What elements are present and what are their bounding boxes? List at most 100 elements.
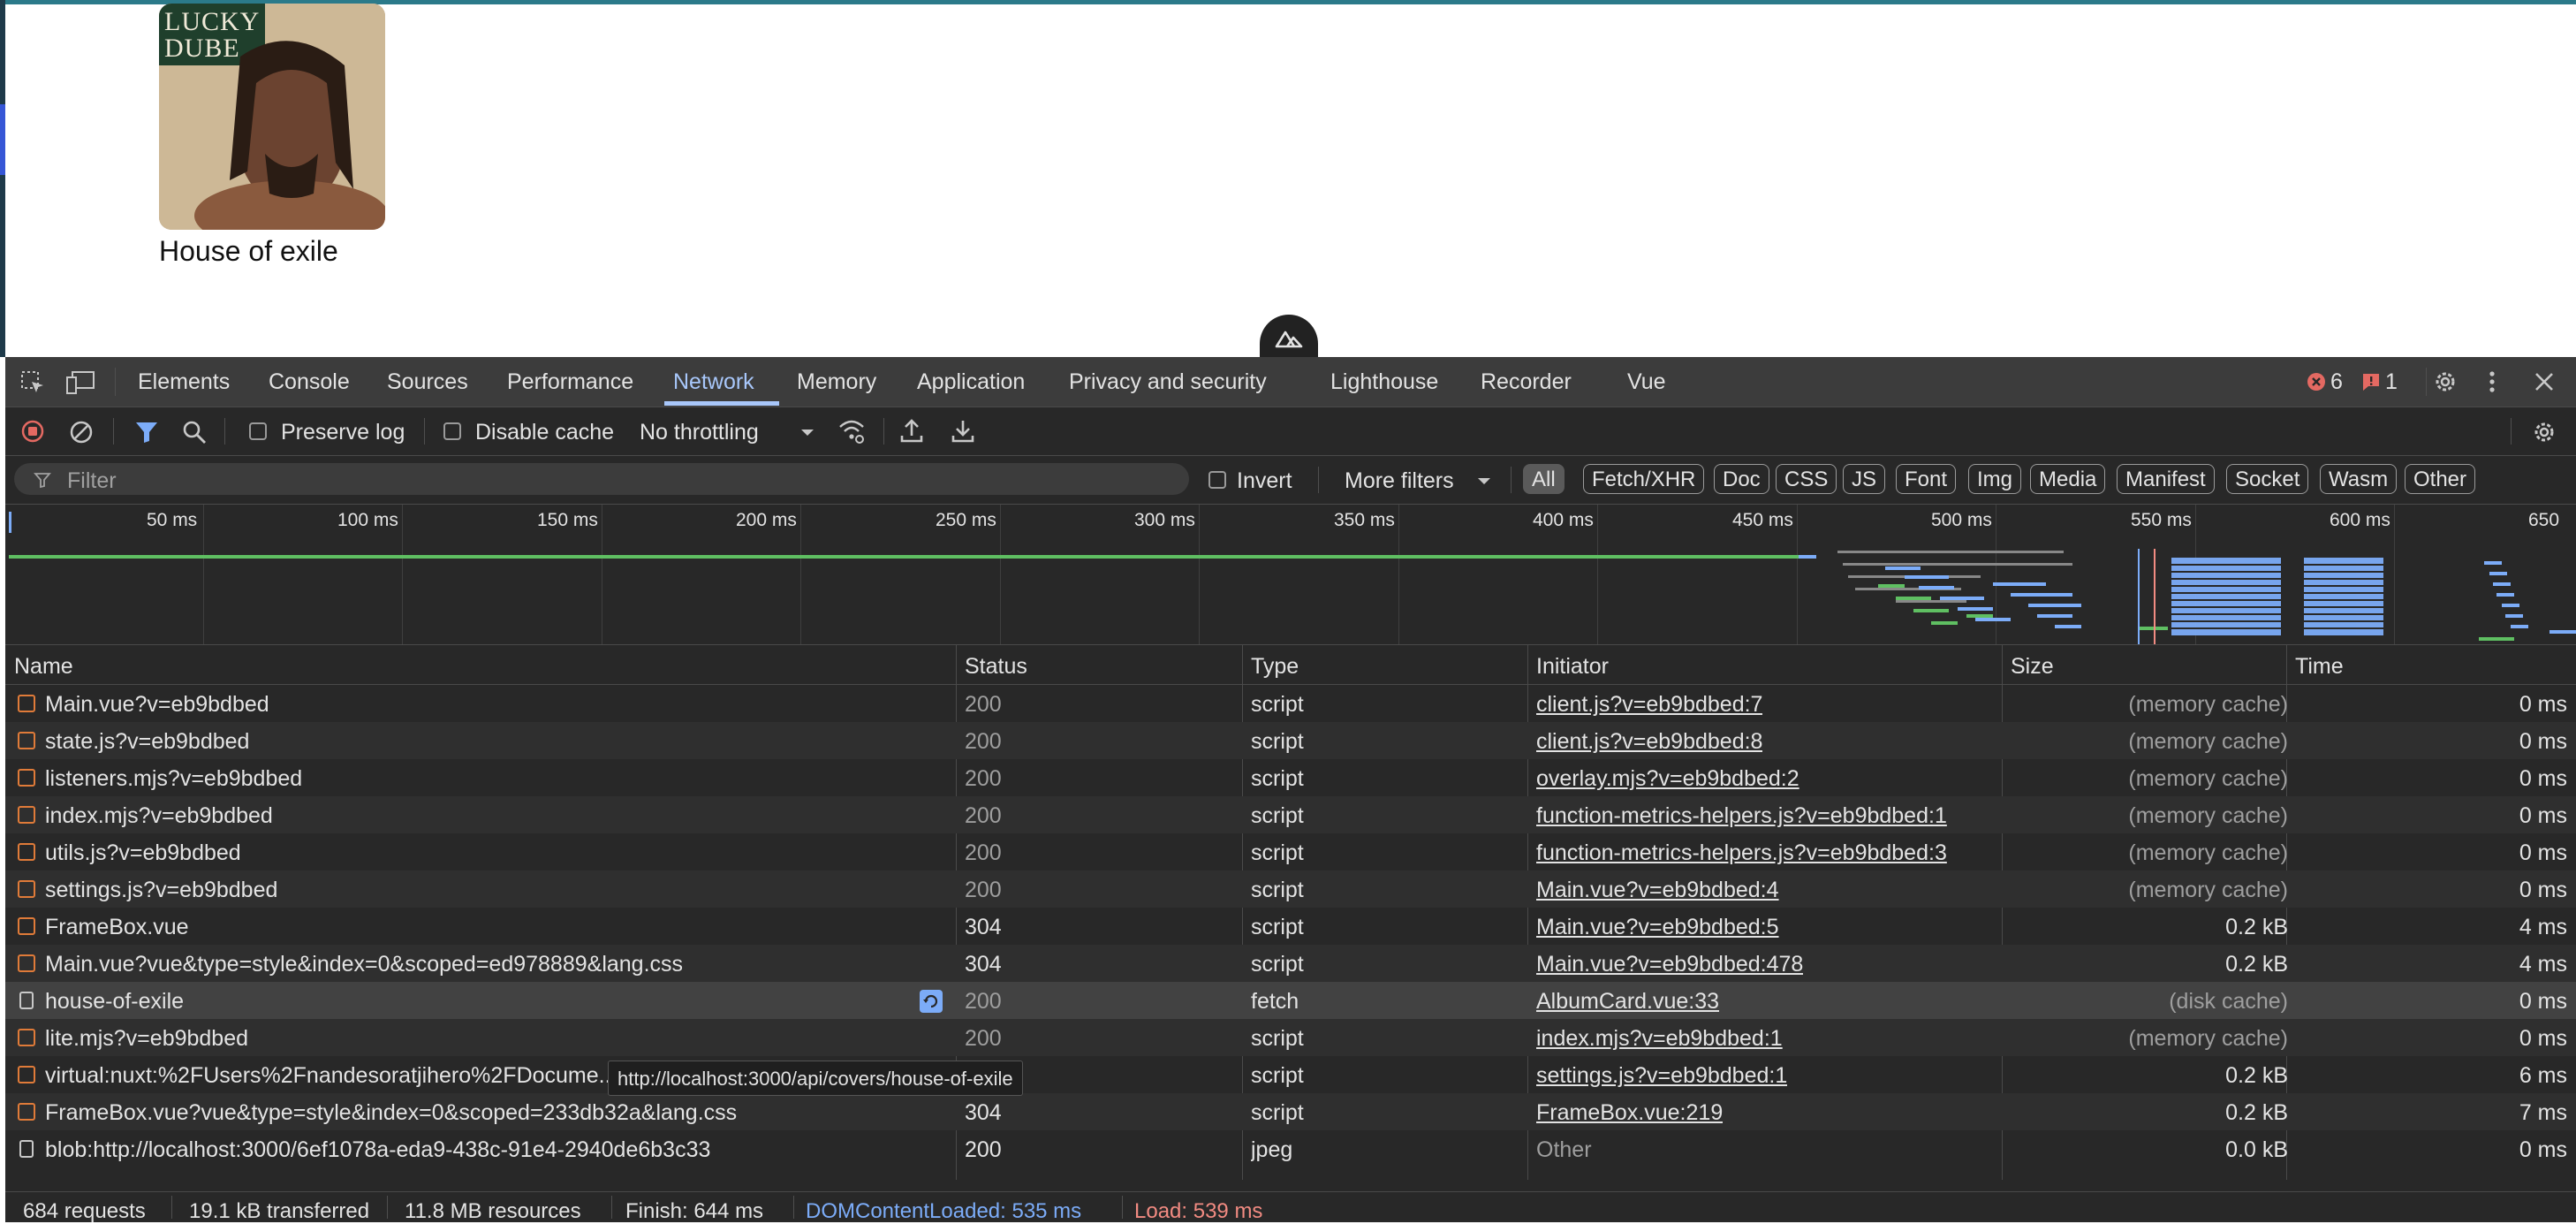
- replay-request-icon[interactable]: [919, 989, 943, 1014]
- settings-gear-icon[interactable]: [2431, 368, 2459, 396]
- album-cover[interactable]: LUCKY DUBE: [159, 4, 385, 230]
- request-initiator-link[interactable]: Main.vue?v=eb9bdbed:4: [1536, 878, 1779, 903]
- request-time: 0 ms: [2519, 1137, 2567, 1162]
- column-initiator[interactable]: Initiator: [1536, 654, 1609, 680]
- close-devtools-icon[interactable]: [2532, 369, 2557, 394]
- export-har-icon[interactable]: [951, 418, 975, 445]
- type-filter-other[interactable]: Other: [2405, 464, 2476, 494]
- request-status: 200: [965, 840, 1002, 865]
- search-icon[interactable]: [182, 420, 207, 445]
- table-row[interactable]: listeners.mjs?v=eb9bdbed 200 script over…: [5, 759, 2576, 796]
- column-time[interactable]: Time: [2295, 654, 2344, 680]
- issue-count: 1: [2385, 369, 2398, 394]
- more-filters-dropdown[interactable]: More filters: [1345, 456, 1504, 504]
- clear-icon[interactable]: [69, 420, 94, 445]
- network-status-bar: 684 requests 19.1 kB transferred 11.8 MB…: [5, 1191, 2576, 1223]
- status-requests: 684 requests: [23, 1199, 146, 1223]
- tab-performance[interactable]: Performance: [507, 369, 633, 395]
- tab-elements[interactable]: Elements: [138, 369, 230, 395]
- record-stop-icon[interactable]: [21, 420, 44, 443]
- type-filter-socket[interactable]: Socket: [2226, 464, 2309, 494]
- disable-cache-checkbox[interactable]: [443, 422, 461, 440]
- request-type: script: [1251, 766, 1304, 791]
- throttling-select[interactable]: No throttling: [634, 407, 827, 455]
- table-row[interactable]: state.js?v=eb9bdbed 200 script client.js…: [5, 722, 2576, 759]
- column-type[interactable]: Type: [1251, 654, 1299, 680]
- table-row[interactable]: blob:http://localhost:3000/6ef1078a-eda9…: [5, 1130, 2576, 1167]
- filter-funnel-icon[interactable]: [134, 420, 159, 445]
- request-status: 200: [965, 766, 1002, 791]
- type-filter-css[interactable]: CSS: [1776, 464, 1837, 494]
- request-status: 200: [965, 729, 1002, 754]
- tab-vue[interactable]: Vue: [1627, 369, 1666, 395]
- request-name: utils.js?v=eb9bdbed: [45, 840, 241, 865]
- network-overview[interactable]: 50 ms 100 ms 150 ms 200 ms 250 ms 300 ms…: [5, 505, 2576, 645]
- request-type: script: [1251, 1026, 1304, 1051]
- request-time: 0 ms: [2519, 989, 2567, 1014]
- request-initiator-link[interactable]: index.mjs?v=eb9bdbed:1: [1536, 1026, 1783, 1052]
- table-row[interactable]: lite.mjs?v=eb9bdbed 200 script index.mjs…: [5, 1019, 2576, 1056]
- request-initiator-link[interactable]: client.js?v=eb9bdbed:8: [1536, 729, 1762, 755]
- request-initiator-link[interactable]: function-metrics-helpers.js?v=eb9bdbed:3: [1536, 840, 1947, 866]
- request-initiator-link[interactable]: Main.vue?v=eb9bdbed:5: [1536, 915, 1779, 940]
- type-filter-fetch-xhr[interactable]: Fetch/XHR: [1583, 464, 1705, 494]
- column-size[interactable]: Size: [2011, 654, 2054, 680]
- type-filter-media[interactable]: Media: [2030, 464, 2106, 494]
- preserve-log-checkbox[interactable]: [249, 422, 267, 440]
- request-type: script: [1251, 803, 1304, 828]
- table-row[interactable]: utils.js?v=eb9bdbed 200 script function-…: [5, 833, 2576, 870]
- type-filter-manifest[interactable]: Manifest: [2117, 464, 2215, 494]
- type-filter-all[interactable]: All: [1523, 464, 1565, 494]
- request-initiator-link[interactable]: Main.vue?v=eb9bdbed:478: [1536, 952, 1803, 977]
- column-name[interactable]: Name: [14, 654, 73, 680]
- tab-network[interactable]: Network: [673, 369, 754, 395]
- request-initiator-link[interactable]: AlbumCard.vue:33: [1536, 989, 1719, 1015]
- nuxt-devtools-button[interactable]: [1260, 315, 1318, 362]
- type-filter-js[interactable]: JS: [1843, 464, 1886, 494]
- tab-privacy-security[interactable]: Privacy and security: [1069, 369, 1267, 395]
- disable-cache-label: Disable cache: [475, 420, 615, 445]
- tab-memory[interactable]: Memory: [797, 369, 876, 395]
- request-status: 304: [965, 915, 1002, 939]
- column-status[interactable]: Status: [965, 654, 1027, 680]
- network-conditions-icon[interactable]: [837, 418, 866, 445]
- more-options-icon[interactable]: [2486, 368, 2498, 396]
- filter-input[interactable]: Filter: [14, 463, 1189, 495]
- tab-recorder[interactable]: Recorder: [1481, 369, 1572, 395]
- requests-table-body: Main.vue?v=eb9bdbed 200 script client.js…: [5, 685, 2576, 1180]
- issue-flag-icon: [2363, 374, 2379, 391]
- table-row[interactable]: settings.js?v=eb9bdbed 200 script Main.v…: [5, 870, 2576, 908]
- table-row[interactable]: FrameBox.vue 304 script Main.vue?v=eb9bd…: [5, 908, 2576, 945]
- inspect-element-icon[interactable]: [19, 369, 46, 396]
- type-filter-font[interactable]: Font: [1896, 464, 1957, 494]
- table-row-hovered[interactable]: house-of-exile 200 fetch AlbumCard.vue:3…: [5, 982, 2576, 1019]
- tab-console[interactable]: Console: [269, 369, 350, 395]
- invert-checkbox[interactable]: [1208, 471, 1226, 489]
- fetch-file-icon: [19, 992, 34, 1009]
- table-row[interactable]: FrameBox.vue?vue&type=style&index=0&scop…: [5, 1093, 2576, 1130]
- table-row[interactable]: Main.vue?vue&type=style&index=0&scoped=e…: [5, 945, 2576, 982]
- request-initiator-link[interactable]: client.js?v=eb9bdbed:7: [1536, 692, 1762, 718]
- tab-application[interactable]: Application: [917, 369, 1025, 395]
- import-har-icon[interactable]: [899, 418, 924, 445]
- table-row[interactable]: virtual:nuxt:%2FUsers%2Fnandesoratjihero…: [5, 1056, 2576, 1093]
- tab-lighthouse[interactable]: Lighthouse: [1330, 369, 1438, 395]
- device-toolbar-icon[interactable]: [65, 369, 95, 396]
- request-type: script: [1251, 915, 1304, 939]
- table-row[interactable]: index.mjs?v=eb9bdbed 200 script function…: [5, 796, 2576, 833]
- network-toolbar: Preserve log Disable cache No throttling: [5, 407, 2576, 456]
- network-settings-icon[interactable]: [2530, 418, 2558, 446]
- request-size: 0.2 kB: [2225, 952, 2288, 977]
- devtools-panel: Elements Console Sources Performance Net…: [5, 357, 2576, 1223]
- type-filter-img[interactable]: Img: [1968, 464, 2022, 494]
- table-row[interactable]: Main.vue?v=eb9bdbed 200 script client.js…: [5, 685, 2576, 722]
- active-tab-indicator: [664, 401, 779, 406]
- request-initiator-link[interactable]: FrameBox.vue:219: [1536, 1100, 1723, 1126]
- request-initiator-link[interactable]: overlay.mjs?v=eb9bdbed:2: [1536, 766, 1799, 792]
- tab-sources[interactable]: Sources: [387, 369, 468, 395]
- type-filter-wasm[interactable]: Wasm: [2320, 464, 2398, 494]
- type-filter-doc[interactable]: Doc: [1714, 464, 1769, 494]
- request-initiator-link[interactable]: function-metrics-helpers.js?v=eb9bdbed:1: [1536, 803, 1947, 829]
- request-initiator-link[interactable]: settings.js?v=eb9bdbed:1: [1536, 1063, 1787, 1089]
- script-file-icon: [18, 1103, 35, 1121]
